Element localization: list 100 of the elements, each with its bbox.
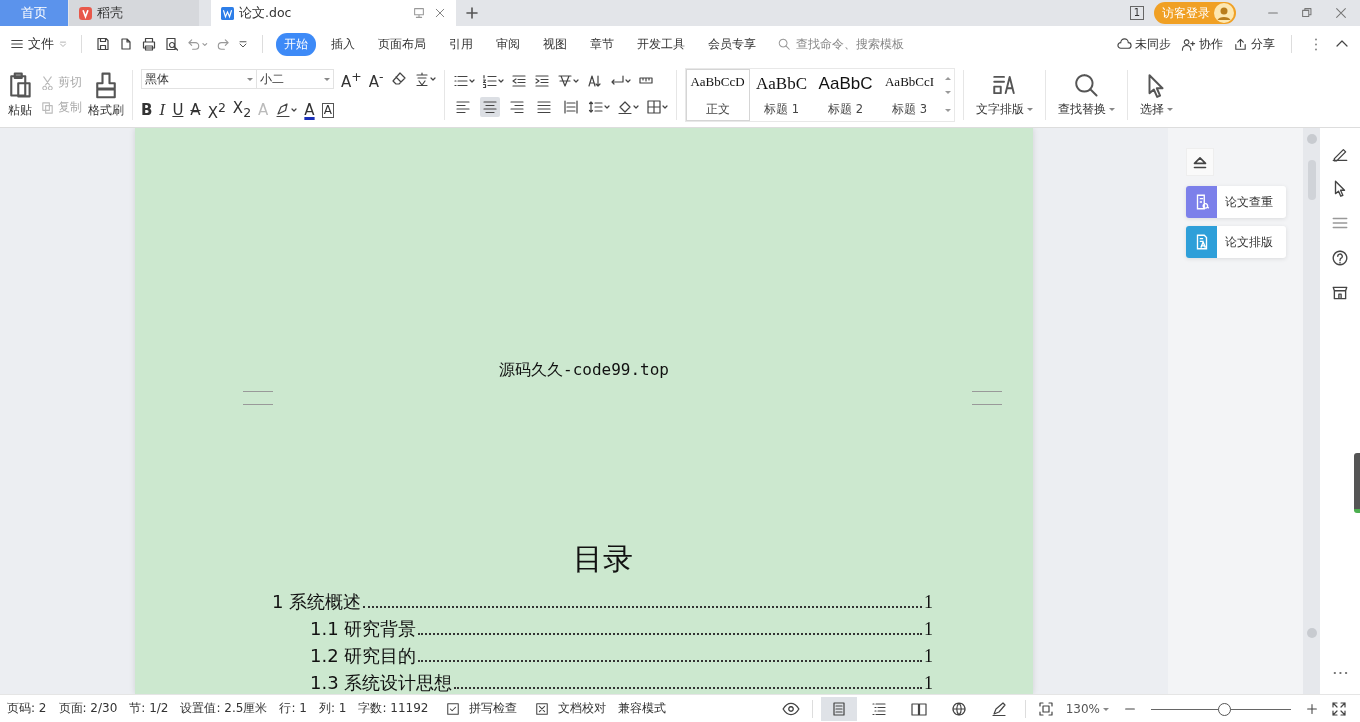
margin-mark bbox=[972, 391, 1002, 405]
copy-icon bbox=[40, 99, 55, 115]
close-icon[interactable] bbox=[434, 7, 446, 19]
indent-icon[interactable] bbox=[533, 72, 550, 89]
avatar-icon bbox=[1214, 3, 1234, 23]
tab[interactable]: 论文.doc bbox=[211, 0, 456, 26]
font-dropdown[interactable]: 黑体 bbox=[141, 69, 257, 89]
underline-button[interactable]: U bbox=[172, 101, 184, 119]
undo-icon[interactable] bbox=[187, 36, 208, 52]
ribbon-tab[interactable]: 审阅 bbox=[487, 32, 528, 56]
book-icon bbox=[910, 700, 927, 717]
cloud-icon bbox=[1117, 36, 1132, 52]
new-tab-icon[interactable] bbox=[464, 5, 480, 21]
highlighter-icon[interactable] bbox=[275, 102, 298, 118]
outdent-icon[interactable] bbox=[510, 72, 527, 89]
toc-entry[interactable]: 1 系统概述 bbox=[272, 590, 362, 614]
page-badge[interactable]: 1 bbox=[1129, 6, 1144, 20]
toc-title: 目录 bbox=[571, 541, 634, 577]
fit-page-icon[interactable] bbox=[1037, 700, 1054, 717]
toolbar-link[interactable]: 分享 bbox=[1233, 35, 1275, 53]
style-option[interactable]: AaBbC 标题 1 bbox=[749, 68, 814, 121]
align-right-icon bbox=[508, 98, 525, 115]
status-text: 节: 1/2 bbox=[129, 700, 169, 717]
toolbar-link[interactable]: 协作 bbox=[1181, 35, 1223, 53]
find-button[interactable]: 查找替换 bbox=[1053, 71, 1119, 118]
paste-button[interactable]: 粘贴 bbox=[6, 70, 34, 119]
status-toggle[interactable]: 文档校对 bbox=[529, 700, 607, 717]
strike-button[interactable]: A bbox=[190, 101, 201, 119]
ribbon-tab[interactable]: 视图 bbox=[534, 32, 575, 56]
restore-icon[interactable] bbox=[1300, 6, 1314, 20]
border-button[interactable]: A bbox=[321, 102, 334, 118]
app-logo-icon bbox=[79, 6, 92, 20]
toc-entry[interactable]: 1.2 研究目的 bbox=[310, 644, 417, 668]
alignment-toggle[interactable] bbox=[479, 96, 500, 117]
borders-icon[interactable] bbox=[645, 98, 668, 115]
view-toggle[interactable] bbox=[820, 696, 857, 721]
file-menu[interactable]: 文件 bbox=[10, 35, 68, 53]
align-left-icon bbox=[454, 98, 471, 115]
document-icon[interactable] bbox=[118, 36, 134, 52]
zoom-slider[interactable] bbox=[1151, 701, 1291, 716]
page-header: 源码久久-code99.top bbox=[498, 360, 670, 381]
ribbon-tab[interactable]: 插入 bbox=[322, 32, 363, 56]
status-text: 设置值: 2.5厘米 bbox=[180, 700, 268, 717]
checkbox-icon bbox=[446, 701, 461, 716]
select-button[interactable]: 选择 bbox=[1135, 71, 1177, 118]
monitor-icon[interactable] bbox=[412, 6, 426, 20]
menu-icon bbox=[10, 37, 24, 51]
ribbon-tab[interactable]: 开发工具 bbox=[628, 32, 693, 56]
tab[interactable]: 稻壳 bbox=[69, 0, 199, 26]
status-toggle[interactable]: 拼写检查 bbox=[440, 700, 518, 717]
command-search-field[interactable]: 查找命令、搜索模板 bbox=[776, 36, 938, 52]
search-icon bbox=[1073, 71, 1100, 98]
fullscreen-icon[interactable] bbox=[1331, 700, 1347, 717]
collapse-panel-icon[interactable] bbox=[1186, 148, 1214, 176]
toc-entry[interactable]: 1.1 研究背景 bbox=[310, 617, 417, 641]
font-size-dropdown[interactable]: 小二 bbox=[256, 69, 334, 89]
layout-button[interactable]: 文字排版 bbox=[971, 71, 1037, 118]
ribbon-tab[interactable]: 会员专享 bbox=[699, 32, 764, 56]
toc-entry[interactable]: 1.3 系统设计思想 bbox=[310, 671, 453, 694]
close-icon[interactable] bbox=[1334, 6, 1348, 20]
font-size-button[interactable]: A$^{+}$ bbox=[341, 67, 362, 91]
scrollbar[interactable] bbox=[1303, 128, 1320, 694]
style-option[interactable]: AaBbC 标题 2 bbox=[813, 68, 878, 121]
zoom-in-icon[interactable] bbox=[1305, 701, 1319, 716]
margin-mark bbox=[243, 391, 273, 405]
superscript-button[interactable]: X$^{2}$ bbox=[207, 98, 226, 122]
ribbon-tab[interactable]: 页面布局 bbox=[369, 32, 434, 56]
compat-mode-button[interactable]: 兼容模式 bbox=[618, 700, 667, 717]
eraser-icon[interactable] bbox=[390, 71, 407, 87]
ribbon-tab[interactable]: 章节 bbox=[581, 32, 622, 56]
chinese-layout-icon[interactable] bbox=[556, 72, 579, 89]
bold-button[interactable]: B bbox=[141, 101, 153, 119]
status-text: 列: 1 bbox=[318, 700, 347, 717]
color-button[interactable]: A bbox=[304, 101, 315, 119]
panel-card[interactable]: 论文查重 bbox=[1186, 186, 1286, 218]
status-text: 页码: 2 bbox=[7, 700, 47, 717]
toolbar-link[interactable]: 未同步 bbox=[1117, 35, 1171, 53]
help-icon[interactable] bbox=[1331, 249, 1349, 267]
style-option[interactable]: AaBbCcD 正文 bbox=[685, 68, 750, 121]
store-icon[interactable] bbox=[1331, 284, 1349, 302]
page-number: 1 bbox=[924, 592, 933, 613]
save-icon[interactable] bbox=[95, 36, 111, 52]
print-icon[interactable] bbox=[141, 36, 157, 52]
style-option[interactable]: AaBbCcI 标题 3 bbox=[877, 68, 942, 121]
panel-card[interactable]: 论文排版 bbox=[1186, 226, 1286, 258]
page-number: 1 bbox=[924, 646, 933, 667]
zoom-level[interactable]: 130% bbox=[1065, 701, 1109, 716]
italic-button[interactable]: I bbox=[159, 101, 166, 119]
side-tab[interactable] bbox=[1354, 453, 1360, 513]
font-size-button[interactable]: A$^{-}$ bbox=[368, 67, 384, 91]
status-text: 页面: 2/30 bbox=[58, 700, 118, 717]
slider-thumb[interactable] bbox=[1217, 702, 1231, 716]
numbered-list-icon[interactable] bbox=[481, 72, 504, 89]
subscript-button[interactable]: X$_{2}$ bbox=[232, 98, 252, 122]
pinyin-guide-icon[interactable] bbox=[413, 71, 436, 87]
document-icon bbox=[221, 6, 234, 20]
customize-icon[interactable] bbox=[236, 38, 249, 50]
ribbon-tab[interactable]: 引用 bbox=[440, 32, 481, 56]
print-preview-icon[interactable] bbox=[164, 36, 180, 52]
format-painter-button[interactable]: 格式刷 bbox=[88, 70, 124, 119]
